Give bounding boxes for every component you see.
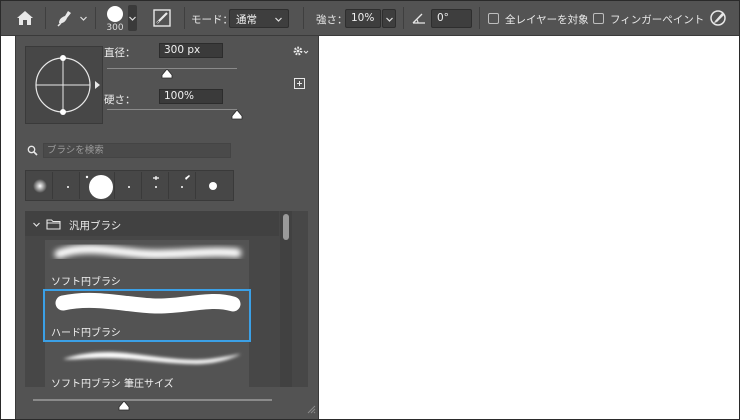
add-preset-icon	[294, 78, 305, 89]
options-bar: 300 モード： 通常 強さ： 10% 0° 全レイヤーを対象 フィンガーペイン…	[1, 1, 739, 36]
preset-list-scrollbar[interactable]	[280, 211, 292, 387]
finger-painting-checkbox[interactable]	[593, 13, 604, 24]
hardness-label: 硬さ：	[104, 94, 136, 106]
pressure-pen-icon	[710, 10, 726, 26]
brush-tool-button[interactable]	[53, 7, 75, 29]
preset-label: ソフト円ブラシ	[51, 277, 121, 288]
recent-brush-medium-hard[interactable]	[197, 172, 223, 199]
preview-size-slider-track[interactable]	[33, 399, 272, 401]
divider	[303, 7, 304, 29]
chevron-down-icon	[33, 222, 40, 227]
brush-preset-list: 汎用ブラシ ソフト円ブラシ ハード円ブラシ ソフト円ブラシ 筆圧サイズ	[25, 211, 308, 391]
chevron-down-icon	[275, 17, 282, 22]
search-icon	[27, 145, 38, 156]
divider	[184, 7, 185, 29]
recent-brush-small-hard[interactable]	[54, 172, 80, 199]
brush-preset-dropdown[interactable]	[128, 5, 137, 31]
hardness-slider-thumb[interactable]	[231, 110, 243, 120]
divider	[403, 7, 404, 29]
brush-preset-picker[interactable]: 300	[104, 4, 126, 33]
preset-hard-round[interactable]: ハード円ブラシ	[43, 289, 251, 342]
angle-value: 0°	[437, 12, 449, 24]
sample-all-layers-label: 全レイヤーを対象	[505, 14, 589, 26]
brush-tip-shape-preview[interactable]	[25, 46, 103, 124]
divider	[45, 7, 46, 29]
strength-input[interactable]: 10%	[345, 9, 381, 28]
divider	[479, 7, 480, 29]
recent-brush-pressure-dot[interactable]	[143, 172, 169, 199]
preset-label: ソフト円ブラシ 筆圧サイズ	[51, 379, 174, 390]
finger-painting-label: フィンガーペイント	[610, 14, 705, 26]
angle-input[interactable]: 0°	[431, 9, 472, 28]
brush-tool-icon	[57, 11, 71, 27]
panel-settings-button[interactable]	[292, 45, 310, 57]
recent-brush-pen-dot[interactable]	[170, 172, 196, 199]
preset-soft-round-pressure[interactable]: ソフト円ブラシ 筆圧サイズ	[45, 342, 249, 391]
strength-label: 強さ：	[316, 14, 348, 26]
size-label: 直径：	[104, 47, 136, 59]
brush-search-input[interactable]: ブラシを検索	[43, 143, 231, 158]
size-input[interactable]: 300 px	[159, 43, 223, 58]
folder-icon	[46, 219, 61, 230]
pressure-strength-button[interactable]	[707, 7, 729, 29]
home-button[interactable]	[13, 7, 37, 29]
brush-settings-icon	[153, 9, 171, 27]
recent-brush-hard-round[interactable]	[81, 172, 115, 199]
hardness-value: 100%	[164, 90, 195, 102]
mode-value: 通常	[236, 14, 257, 26]
panel-resize-grip[interactable]	[306, 404, 316, 414]
recent-brushes	[25, 170, 234, 201]
gear-icon	[293, 46, 309, 56]
mode-label: モード：	[191, 14, 233, 26]
brush-preset-size: 300	[106, 23, 124, 33]
search-placeholder: ブラシを検索	[47, 145, 104, 156]
scrollbar-thumb[interactable]	[283, 214, 289, 240]
size-value: 300 px	[164, 44, 201, 56]
brush-preset-panel: 直径： 300 px 硬さ： 100% ブラシを検索 汎用ブラシ ソフト円ブラシ…	[15, 36, 319, 419]
preview-size-slider-thumb[interactable]	[118, 401, 130, 411]
angle-icon	[412, 13, 425, 24]
chevron-down-icon	[129, 16, 136, 21]
home-icon	[17, 11, 33, 25]
soft-stroke-preview	[54, 244, 242, 259]
hardness-input[interactable]: 100%	[159, 89, 223, 104]
app-window: 300 モード： 通常 強さ： 10% 0° 全レイヤーを対象 フィンガーペイン…	[0, 0, 740, 420]
chevron-down-icon	[386, 17, 393, 22]
brush-settings-toggle[interactable]	[152, 8, 172, 28]
new-preset-button[interactable]	[294, 78, 305, 89]
brush-angle-roundness-widget[interactable]	[26, 47, 104, 125]
group-general-brushes[interactable]: 汎用ブラシ	[25, 211, 279, 236]
strength-slider-toggle[interactable]	[382, 9, 396, 28]
divider	[95, 7, 96, 29]
preset-soft-round[interactable]: ソフト円ブラシ	[45, 240, 249, 289]
chevron-down-icon[interactable]	[79, 14, 88, 23]
hardness-slider-track[interactable]	[107, 109, 237, 110]
recent-brush-small-dot[interactable]	[116, 172, 142, 199]
strength-value: 10%	[351, 12, 375, 24]
recent-brush-soft-round[interactable]	[27, 172, 53, 199]
hard-stroke-preview	[55, 292, 241, 314]
group-label: 汎用ブラシ	[69, 220, 122, 232]
preset-label: ハード円ブラシ	[51, 328, 121, 339]
brush-tip-preview	[107, 6, 123, 22]
size-slider-thumb[interactable]	[161, 69, 173, 79]
pressure-stroke-preview	[63, 352, 241, 364]
sample-all-layers-checkbox[interactable]	[488, 13, 499, 24]
mode-select[interactable]: 通常	[229, 9, 289, 28]
